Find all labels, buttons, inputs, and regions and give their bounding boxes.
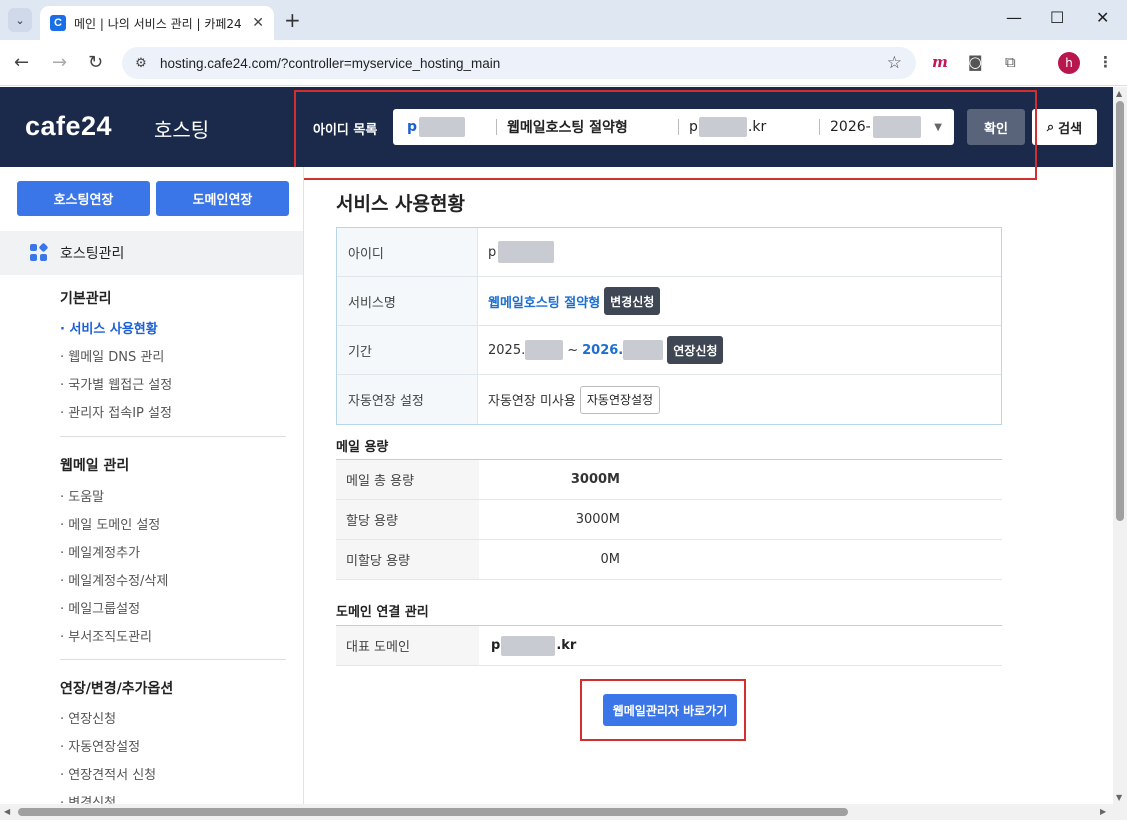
- tab-search-icon[interactable]: ⌄: [8, 8, 32, 32]
- highlight-box-header: [294, 90, 1037, 180]
- profile-avatar[interactable]: h: [1058, 52, 1080, 74]
- hosting-extend-button[interactable]: 호스팅연장: [17, 181, 150, 216]
- bookmark-star-icon[interactable]: ☆: [887, 53, 902, 73]
- sidebar-item-help[interactable]: · 도움말: [60, 486, 104, 505]
- reload-icon[interactable]: ↻: [88, 52, 103, 73]
- id-label: 아이디: [337, 228, 478, 276]
- total-capacity-value: 3000M: [570, 472, 620, 487]
- site-info-icon[interactable]: ⚙: [130, 52, 152, 74]
- service-name-label: 서비스명: [337, 277, 478, 325]
- mail-capacity-table: 메일 총 용량 3000M 할당 용량 3000M 미할당 용량 0M: [336, 459, 1002, 580]
- auto-extend-settings-button[interactable]: 자동연장설정: [579, 385, 661, 414]
- extend-request-button[interactable]: 연장신청: [667, 336, 724, 364]
- sidebar-item-org-chart[interactable]: · 부서조직도관리: [60, 626, 152, 645]
- sidebar-item-edit-account[interactable]: · 메일계정수정/삭제: [60, 570, 168, 589]
- mail-capacity-title: 메일 용량: [336, 440, 389, 455]
- url-text: hosting.cafe24.com/?controller=myservice…: [160, 55, 501, 71]
- unallocated-capacity-value: 0M: [600, 552, 621, 567]
- scroll-up-icon[interactable]: ▲: [1116, 89, 1122, 98]
- divider: [60, 659, 286, 660]
- menu-icon[interactable]: ⋮: [1098, 53, 1113, 71]
- period-value: 2025. ~ 2026. 연장신청: [478, 326, 1001, 374]
- page-title: 서비스 사용현황: [336, 193, 465, 215]
- back-icon[interactable]: ←: [14, 52, 29, 73]
- minimize-icon[interactable]: —: [1006, 8, 1022, 27]
- highlight-box-webmail: [580, 679, 746, 741]
- divider: [60, 436, 286, 437]
- unallocated-capacity-label: 미할당 용량: [336, 540, 479, 579]
- search-icon: ⌕: [1046, 119, 1055, 135]
- sidebar-item-webmail-dns[interactable]: · 웹메일 DNS 관리: [60, 346, 164, 365]
- sidebar-item-country-access[interactable]: · 국가별 웹접근 설정: [60, 374, 172, 393]
- group-title-basic: 기본관리: [60, 291, 112, 307]
- search-button[interactable]: ⌕ 검색: [1032, 109, 1097, 145]
- service-info-table: 아이디 p 서비스명 웹메일호스팅 절약형 변경신청 기간 2025. ~ 20…: [336, 227, 1002, 425]
- sidebar-item-service-status[interactable]: · 서비스 사용현황: [60, 318, 158, 337]
- service-name-value: 웹메일호스팅 절약형 변경신청: [478, 277, 1001, 325]
- sidebar-item-extend-quote[interactable]: · 연장견적서 신청: [60, 764, 156, 783]
- forward-icon[interactable]: →: [52, 52, 67, 73]
- table-row: 자동연장 설정 자동연장 미사용 자동연장설정: [337, 375, 1001, 424]
- scroll-right-icon[interactable]: ▶: [1100, 807, 1106, 816]
- sidebar: 호스팅연장 도메인연장 호스팅관리 기본관리 · 서비스 사용현황 · 웹메일 …: [0, 167, 304, 804]
- period-label: 기간: [337, 326, 478, 374]
- table-row: 할당 용량 3000M: [336, 500, 1002, 540]
- sidebar-item-extend-request[interactable]: · 연장신청: [60, 708, 116, 727]
- search-label: 검색: [1058, 121, 1083, 137]
- close-window-icon[interactable]: ✕: [1096, 8, 1109, 27]
- id-value: p: [478, 228, 1001, 276]
- vertical-scrollbar[interactable]: ▲ ▼: [1113, 87, 1127, 804]
- hosting-management-label: 호스팅관리: [60, 246, 125, 262]
- browser-tab-bar: ⌄ C 메인 | 나의 서비스 관리 | 카페24 ✕ + — ☐ ✕: [0, 0, 1127, 40]
- extensions-icon[interactable]: ⧉: [1005, 53, 1016, 71]
- domain-table: 대표 도메인 p .kr: [336, 625, 1002, 666]
- table-row: 서비스명 웹메일호스팅 절약형 변경신청: [337, 277, 1001, 326]
- sidebar-item-mail-domain[interactable]: · 메일 도메인 설정: [60, 514, 160, 533]
- sidebar-item-admin-ip[interactable]: · 관리자 접속IP 설정: [60, 402, 172, 421]
- auto-extend-value: 자동연장 미사용 자동연장설정: [478, 375, 1001, 424]
- primary-domain-label: 대표 도메인: [336, 626, 479, 665]
- table-row: 기간 2025. ~ 2026. 연장신청: [337, 326, 1001, 375]
- auto-extend-label: 자동연장 설정: [337, 375, 478, 424]
- table-row: 미할당 용량 0M: [336, 540, 1002, 580]
- sidebar-item-auto-extend[interactable]: · 자동연장설정: [60, 736, 140, 755]
- vertical-scroll-thumb[interactable]: [1116, 101, 1124, 521]
- cafe24-logo[interactable]: cafe24: [25, 111, 112, 142]
- table-row: 대표 도메인 p .kr: [336, 626, 1002, 666]
- m-extension-icon[interactable]: m: [932, 53, 948, 71]
- sidebar-item-change-request[interactable]: · 변경신청: [60, 792, 116, 804]
- total-capacity-label: 메일 총 용량: [336, 460, 479, 499]
- address-bar[interactable]: ⚙ hosting.cafe24.com/?controller=myservi…: [122, 47, 916, 79]
- table-row: 메일 총 용량 3000M: [336, 460, 1002, 500]
- cafe24-favicon-icon: C: [50, 15, 66, 31]
- domain-connection-title: 도메인 연결 관리: [336, 605, 429, 620]
- allocated-capacity-value: 3000M: [575, 512, 620, 527]
- service-name-link[interactable]: 웹메일호스팅 절약형: [488, 292, 600, 311]
- sidebar-item-add-account[interactable]: · 메일계정추가: [60, 542, 140, 561]
- new-tab-icon[interactable]: +: [284, 8, 301, 32]
- group-title-webmail: 웹메일 관리: [60, 458, 130, 474]
- change-request-button[interactable]: 변경신청: [604, 287, 661, 315]
- logo-subtitle: 호스팅: [154, 118, 210, 142]
- allocated-capacity-label: 할당 용량: [336, 500, 479, 539]
- close-tab-icon[interactable]: ✕: [252, 15, 264, 31]
- table-row: 아이디 p: [337, 228, 1001, 277]
- scroll-down-icon[interactable]: ▼: [1116, 793, 1122, 802]
- browser-tab[interactable]: C 메인 | 나의 서비스 관리 | 카페24 ✕: [40, 6, 274, 40]
- camera-icon[interactable]: ◙: [968, 53, 983, 71]
- primary-domain-value: p .kr: [479, 626, 1002, 665]
- horizontal-scroll-thumb[interactable]: [18, 808, 848, 816]
- domain-extend-button[interactable]: 도메인연장: [156, 181, 289, 216]
- maximize-icon[interactable]: ☐: [1050, 8, 1064, 27]
- tab-title: 메인 | 나의 서비스 관리 | 카페24: [74, 16, 242, 31]
- horizontal-scrollbar[interactable]: ◀ ▶: [0, 804, 1127, 820]
- group-title-extend: 연장/변경/추가옵션: [60, 681, 174, 697]
- browser-toolbar: ← → ↻ ⚙ hosting.cafe24.com/?controller=m…: [0, 40, 1127, 86]
- hosting-management-menu[interactable]: 호스팅관리: [0, 231, 303, 275]
- grid-icon: [30, 242, 49, 262]
- scroll-left-icon[interactable]: ◀: [4, 807, 10, 816]
- sidebar-item-mail-group[interactable]: · 메일그룹설정: [60, 598, 140, 617]
